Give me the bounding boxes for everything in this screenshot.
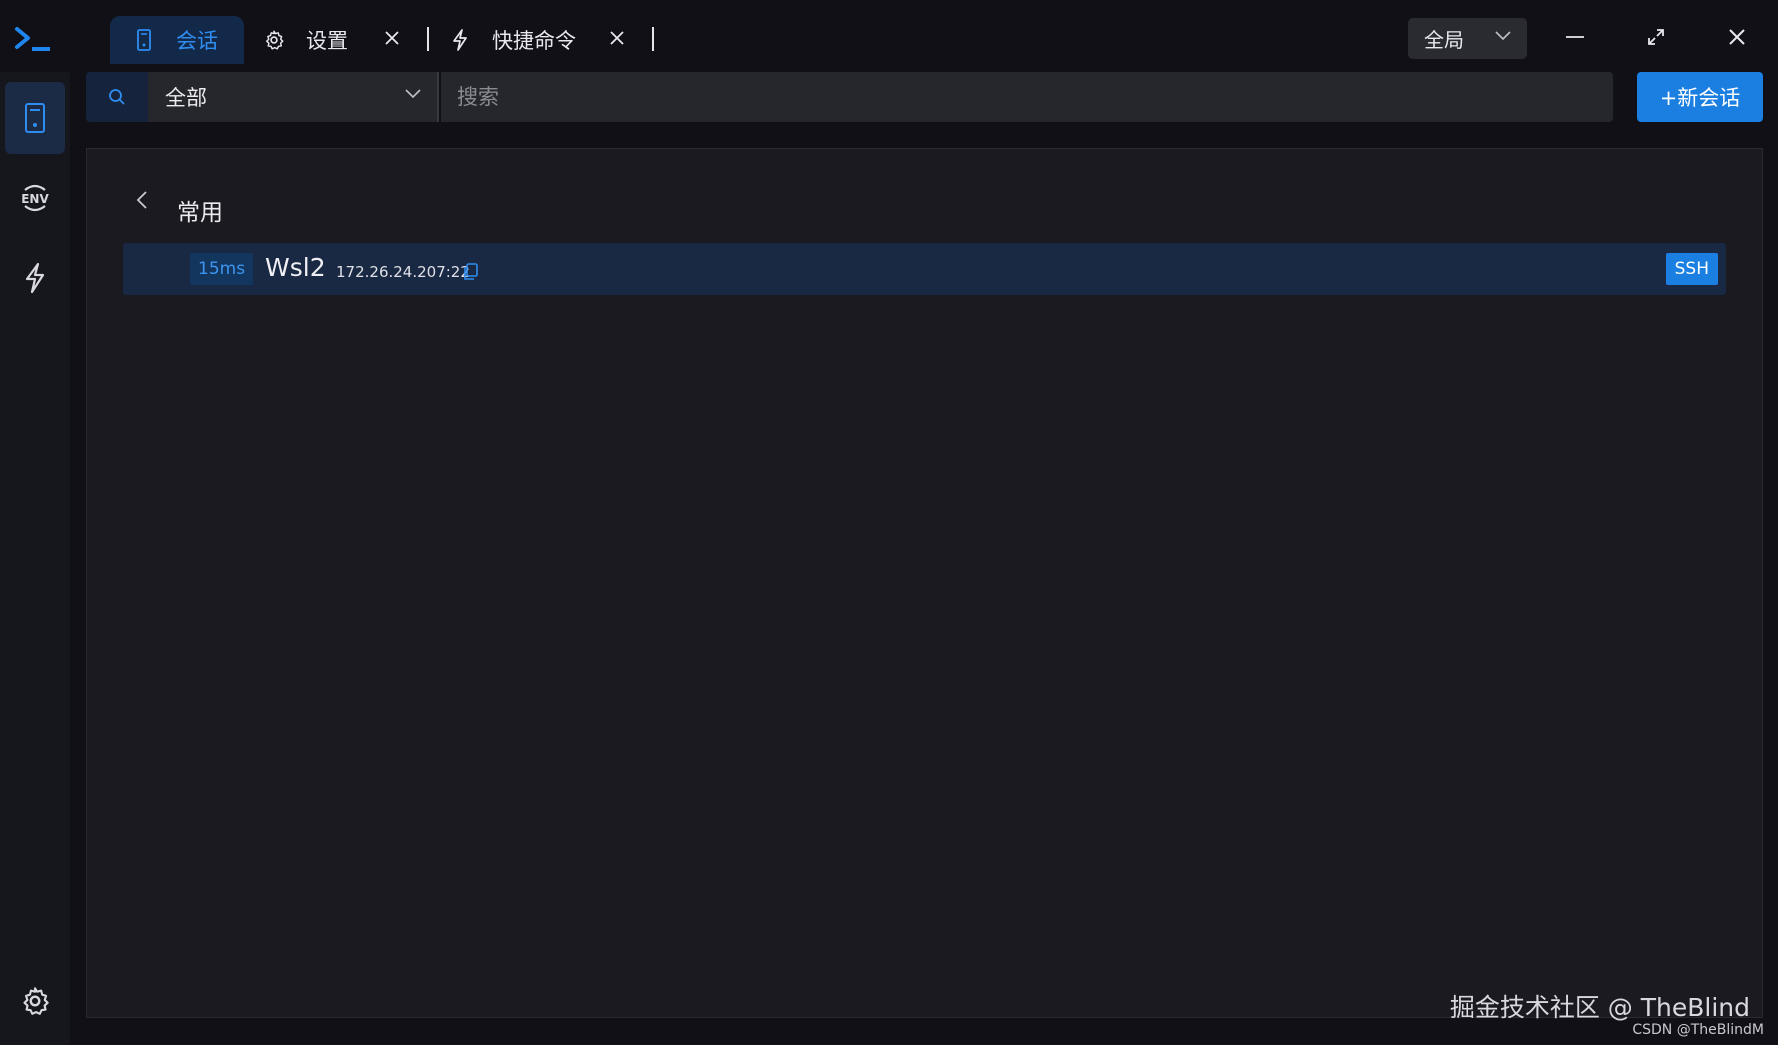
search-button[interactable] bbox=[86, 72, 148, 122]
session-icon bbox=[132, 28, 156, 52]
back-button[interactable] bbox=[130, 187, 154, 213]
tab-separator bbox=[652, 27, 654, 51]
search-icon bbox=[109, 89, 125, 105]
session-row[interactable]: 15ms Wsl2 172.26.24.207:22 SSH bbox=[123, 243, 1726, 295]
close-window-button[interactable] bbox=[1714, 16, 1760, 58]
restore-icon bbox=[1648, 29, 1664, 45]
latency-badge: 15ms bbox=[190, 253, 254, 285]
close-icon bbox=[1729, 29, 1745, 45]
search-input[interactable] bbox=[441, 72, 1613, 122]
gear-icon bbox=[262, 28, 286, 52]
title-bar: 会话 设置 快捷命令 全局 bbox=[0, 0, 1778, 72]
group-filter-value: 全部 bbox=[165, 86, 207, 110]
tab-settings[interactable]: 设置 bbox=[262, 16, 348, 64]
maximize-button[interactable] bbox=[1633, 16, 1679, 58]
chevron-left-icon bbox=[136, 191, 147, 209]
chevron-down-icon bbox=[405, 89, 421, 99]
minimize-icon bbox=[1566, 36, 1584, 38]
session-host: 172.26.24.207:22 bbox=[336, 263, 470, 281]
close-icon[interactable] bbox=[380, 26, 404, 50]
env-icon: ENV bbox=[21, 184, 49, 212]
chevron-down-icon bbox=[1495, 31, 1511, 41]
rail-item-quick-commands[interactable] bbox=[5, 242, 65, 314]
group-filter-select[interactable]: 全部 bbox=[148, 72, 439, 122]
tab-label: 会话 bbox=[176, 29, 218, 53]
svg-text:ENV: ENV bbox=[21, 192, 49, 206]
copy-icon[interactable] bbox=[463, 263, 479, 281]
tab-label: 设置 bbox=[306, 29, 348, 53]
gear-icon bbox=[23, 987, 49, 1015]
close-icon[interactable] bbox=[605, 26, 629, 50]
minimize-button[interactable] bbox=[1552, 16, 1598, 58]
tab-label: 快捷命令 bbox=[492, 29, 576, 53]
lightning-icon bbox=[448, 28, 472, 52]
rail-item-settings[interactable] bbox=[5, 965, 65, 1037]
tab-session[interactable]: 会话 bbox=[110, 16, 244, 64]
app-logo-icon bbox=[15, 27, 50, 51]
watermark: 掘金技术社区 @ TheBlind bbox=[1449, 993, 1750, 1022]
lightning-icon bbox=[25, 262, 45, 294]
new-session-button[interactable]: +新会话 bbox=[1637, 72, 1763, 122]
session-name: Wsl2 bbox=[265, 253, 326, 282]
watermark-sub: CSDN @TheBlindM bbox=[1632, 1022, 1764, 1038]
scope-select[interactable]: 全局 bbox=[1408, 18, 1527, 59]
protocol-badge: SSH bbox=[1665, 253, 1718, 285]
rail-item-sessions[interactable] bbox=[5, 82, 65, 154]
group-title: 常用 bbox=[177, 200, 223, 226]
tab-separator bbox=[427, 27, 429, 51]
rail-item-env[interactable]: ENV bbox=[5, 162, 65, 234]
app-window: 会话 设置 快捷命令 全局 ENV 全部 搜索 +新会话 常用 15ms Wsl… bbox=[0, 0, 1778, 1045]
side-rail: ENV bbox=[0, 72, 70, 1045]
tab-quick-commands[interactable]: 快捷命令 bbox=[448, 16, 576, 64]
scope-select-value: 全局 bbox=[1424, 28, 1464, 52]
session-icon bbox=[25, 103, 45, 133]
